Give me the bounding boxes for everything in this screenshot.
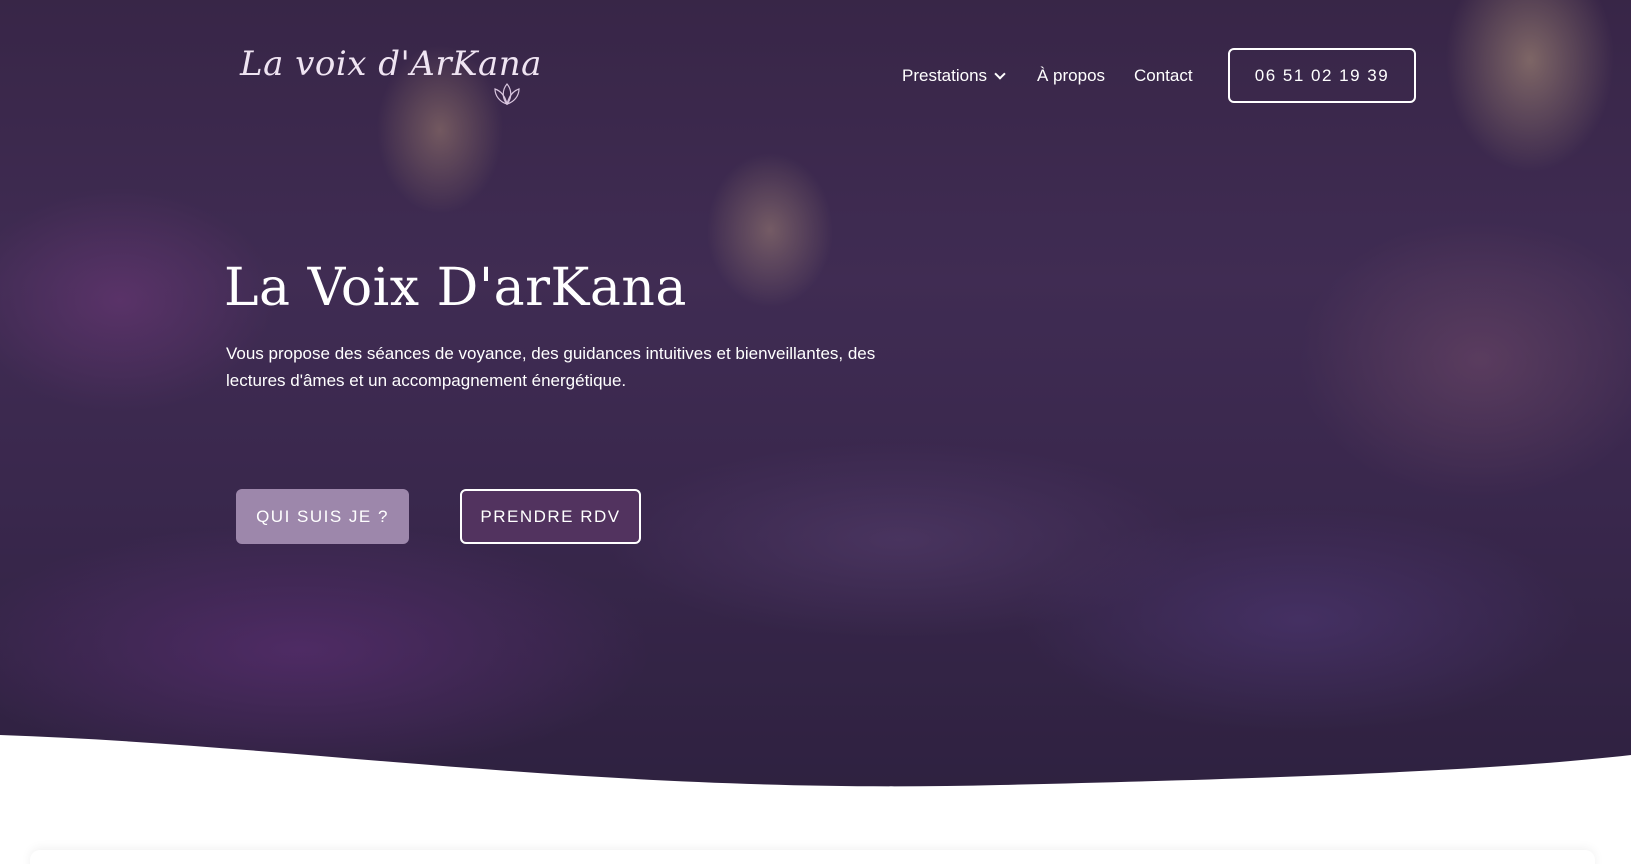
nav-contact[interactable]: Contact [1134, 66, 1193, 86]
hero-background [0, 0, 1631, 800]
nav-about[interactable]: À propos [1037, 66, 1105, 86]
nav-prestations[interactable]: Prestations [902, 66, 1006, 86]
nav-prestations-label: Prestations [902, 66, 988, 85]
content-card [30, 850, 1595, 864]
hero-wave-divider [0, 735, 1631, 864]
about-button[interactable]: QUI SUIS JE ? [236, 489, 409, 544]
chevron-down-icon [994, 68, 1006, 80]
phone-button[interactable]: 06 51 02 19 39 [1228, 48, 1416, 103]
hero-description: Vous propose des séances de voyance, des… [226, 344, 876, 390]
hero-title: La Voix D'arKana [224, 258, 687, 318]
lotus-icon [494, 83, 520, 105]
appointment-button[interactable]: PRENDRE RDV [460, 489, 641, 544]
